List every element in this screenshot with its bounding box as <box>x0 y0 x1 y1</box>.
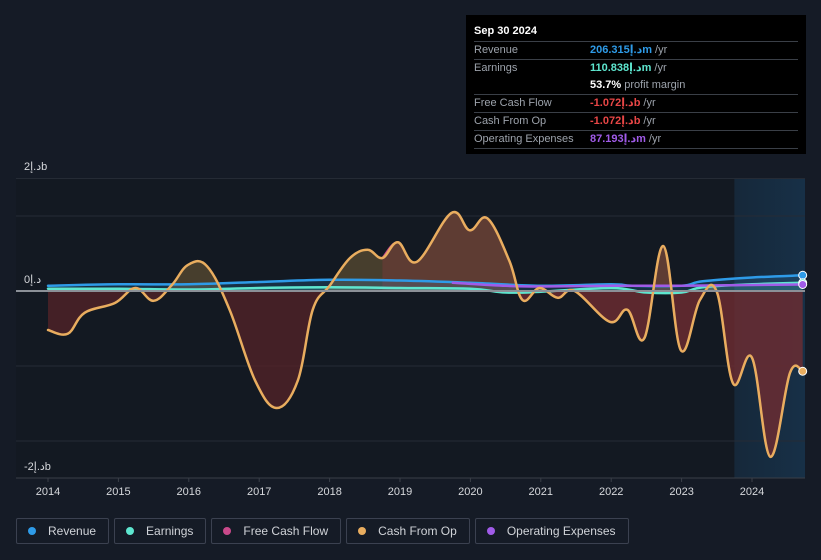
x-tick-label: 2019 <box>388 486 412 498</box>
y-tick-label: 0د.إ <box>24 274 41 286</box>
x-tick-label: 2015 <box>106 486 130 498</box>
profit-margin-label: profit margin <box>624 79 686 91</box>
legend-dot-icon <box>126 527 135 535</box>
tooltip-row-free-cash-flow: Free Cash Flow -1.072د.إb /yr <box>474 94 798 112</box>
operating-expenses-end-point <box>798 279 808 289</box>
x-axis: 2014 2015 2016 2017 2018 2019 2020 2021 2022 2023… <box>36 478 764 498</box>
tooltip-row-revenue: Revenue 206.315د.إm /yr <box>474 41 798 59</box>
x-tick-label: 2022 <box>599 486 623 498</box>
tooltip-label: Revenue <box>474 44 519 56</box>
tooltip-row-profit-margin: 53.7% profit margin <box>474 77 798 94</box>
legend-dot-icon <box>28 527 36 535</box>
tooltip-row-cash-from-op: Cash From Op -1.072د.إb /yr <box>474 112 798 130</box>
legend-label: Earnings <box>146 524 194 538</box>
tooltip-row-operating-expenses: Operating Expenses 87.193د.إm /yr <box>474 130 798 149</box>
x-tick-label: 2014 <box>36 486 60 498</box>
tooltip-unit: /yr <box>648 133 662 145</box>
y-tick-label: -2د.إb <box>24 461 51 473</box>
profit-margin-value: 53.7% <box>590 79 622 91</box>
tooltip: Sep 30 2024 Revenue 206.315د.إm /yr Earn… <box>466 15 806 154</box>
legend-item-earnings[interactable]: Earnings <box>114 518 207 544</box>
x-tick-label: 2024 <box>740 486 764 498</box>
tooltip-unit: /yr <box>655 44 668 56</box>
legend-item-free-cash-flow[interactable]: Free Cash Flow <box>211 518 342 544</box>
legend: Revenue Earnings Free Cash Flow Cash Fro… <box>16 518 629 544</box>
tooltip-unit: /yr <box>643 97 656 109</box>
tooltip-label <box>474 77 590 94</box>
x-tick-label: 2016 <box>177 486 201 498</box>
x-tick-label: 2021 <box>529 486 553 498</box>
tooltip-row-earnings: Earnings 110.838د.إm /yr <box>474 59 798 77</box>
legend-label: Revenue <box>48 524 97 538</box>
x-tick-label: 2023 <box>669 486 693 498</box>
legend-label: Operating Expenses <box>506 524 616 538</box>
tooltip-unit: /yr <box>654 62 667 74</box>
tooltip-value: -1.072د.إb <box>590 97 641 109</box>
x-tick-label: 2018 <box>317 486 341 498</box>
legend-dot-icon <box>358 527 367 535</box>
tooltip-value: 110.838د.إm <box>590 62 652 74</box>
tooltip-value: 206.315د.إm <box>590 44 653 56</box>
revenue-end-point <box>798 270 808 280</box>
legend-dot-icon <box>223 527 232 535</box>
legend-item-operating-expenses[interactable]: Operating Expenses <box>474 518 629 544</box>
tooltip-label: Free Cash Flow <box>474 97 552 109</box>
tooltip-unit: /yr <box>643 115 656 127</box>
legend-dot-icon <box>486 527 495 535</box>
tooltip-label: Earnings <box>474 62 518 74</box>
legend-item-revenue[interactable]: Revenue <box>16 518 110 544</box>
x-tick-label: 2020 <box>458 486 482 498</box>
y-tick-label: 2د.إb <box>24 161 47 173</box>
tooltip-value: 87.193د.إm <box>590 133 646 145</box>
tooltip-value: -1.072د.إb <box>590 115 641 127</box>
tooltip-label: Cash From Op <box>474 115 547 127</box>
legend-label: Cash From Op <box>378 524 457 538</box>
legend-item-cash-from-op[interactable]: Cash From Op <box>346 518 470 544</box>
tooltip-date: Sep 30 2024 <box>474 25 537 37</box>
legend-label: Free Cash Flow <box>243 524 329 538</box>
cash-from-op-end-point <box>798 366 808 376</box>
x-tick-label: 2017 <box>247 486 271 498</box>
tooltip-label: Operating Expenses <box>474 133 574 145</box>
